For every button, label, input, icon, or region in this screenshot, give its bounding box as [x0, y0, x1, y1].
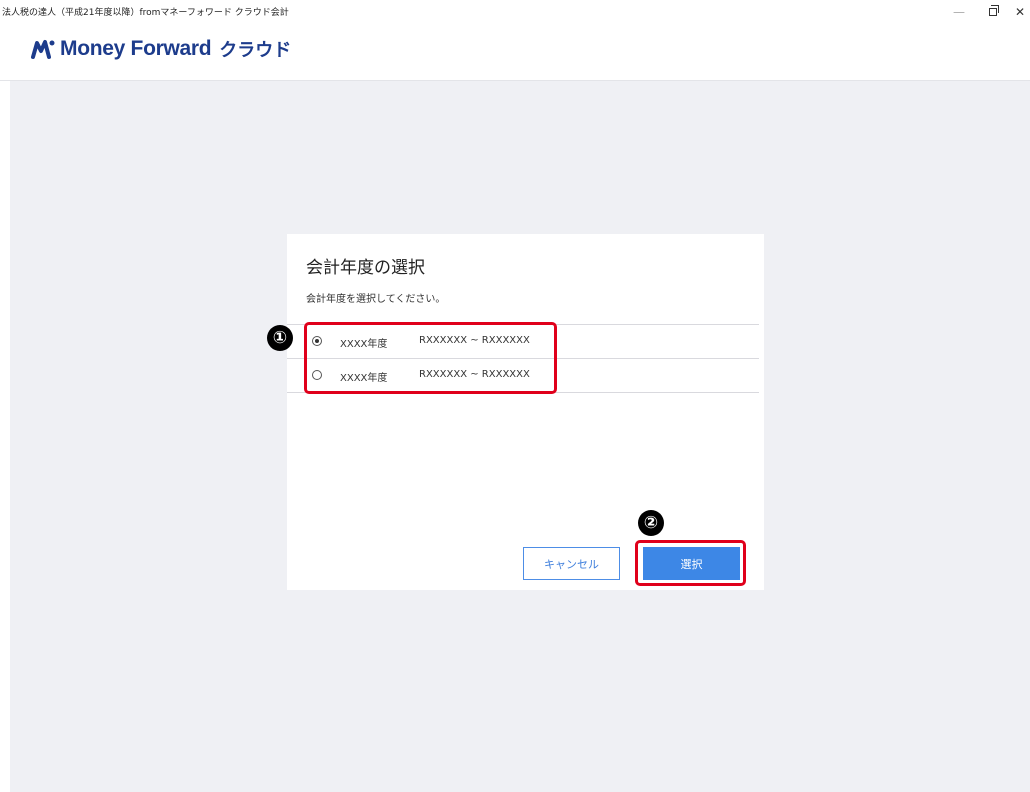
- close-icon: ✕: [1014, 5, 1026, 19]
- window-title: 法人税の達人（平成21年度以降）fromマネーフォワード クラウド会計: [2, 8, 289, 18]
- logo: Money Forward クラウド: [30, 36, 291, 62]
- fiscal-year-option-1[interactable]: XXXX年度 RXXXXXX ~ RXXXXXX: [287, 325, 759, 359]
- annotation-marker-2: ②: [638, 510, 664, 536]
- logo-text: Money Forward: [60, 37, 212, 60]
- radio-selected-icon[interactable]: [312, 336, 322, 346]
- fiscal-year-dialog: 会計年度の選択 会計年度を選択してください。 XXXX年度 RXXXXXX ~ …: [287, 234, 764, 590]
- close-button[interactable]: ✕: [1005, 2, 1030, 22]
- select-button[interactable]: 選択: [643, 547, 740, 580]
- restore-icon: [989, 5, 999, 16]
- fiscal-year-option-2[interactable]: XXXX年度 RXXXXXX ~ RXXXXXX: [287, 359, 759, 393]
- option-range: RXXXXXX ~ RXXXXXX: [419, 369, 530, 380]
- logo-suffix: クラウド: [219, 40, 292, 61]
- option-range: RXXXXXX ~ RXXXXXX: [419, 335, 530, 346]
- cancel-button[interactable]: キャンセル: [523, 547, 620, 580]
- minimize-button[interactable]: —: [944, 2, 974, 22]
- app-header: Money Forward クラウド: [0, 24, 1030, 81]
- minimize-icon: —: [953, 5, 965, 19]
- option-year: XXXX年度: [340, 339, 388, 350]
- fiscal-year-options: XXXX年度 RXXXXXX ~ RXXXXXX XXXX年度 RXXXXXX …: [287, 324, 759, 393]
- dialog-description: 会計年度を選択してください。: [306, 294, 446, 305]
- money-forward-logo-icon: [31, 40, 55, 59]
- window-titlebar: 法人税の達人（平成21年度以降）fromマネーフォワード クラウド会計 — ✕: [0, 0, 1030, 24]
- annotation-marker-1: ①: [267, 325, 293, 351]
- option-year: XXXX年度: [340, 373, 388, 384]
- radio-unselected-icon[interactable]: [312, 370, 322, 380]
- dialog-title: 会計年度の選択: [306, 258, 425, 278]
- restore-button[interactable]: [978, 2, 1008, 22]
